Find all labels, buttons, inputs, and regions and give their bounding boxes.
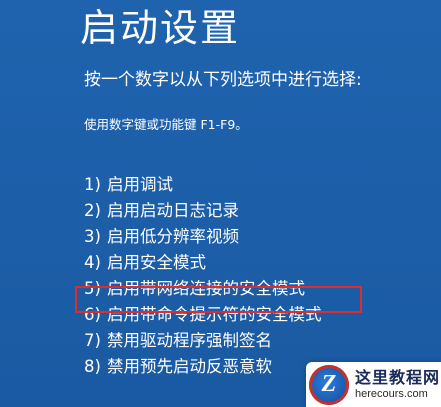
option-safe-mode[interactable]: 4) 启用安全模式 xyxy=(84,250,321,276)
startup-options-list: 1) 启用调试 2) 启用启动日志记录 3) 启用低分辨率视频 4) 启用安全模式 5)… xyxy=(84,172,321,380)
watermark: Z 这里教程网 herecours.com xyxy=(306,362,441,407)
watermark-logo-icon: Z xyxy=(309,364,349,405)
option-disable-early-antimalware[interactable]: 8) 禁用预先启动反恶意软 xyxy=(84,354,321,380)
highlight-box xyxy=(75,286,362,313)
option-number: 1) xyxy=(84,175,101,194)
option-label: 启用安全模式 xyxy=(106,253,206,272)
watermark-text: 这里教程网 herecours.com xyxy=(355,368,440,401)
option-number: 3) xyxy=(84,227,101,246)
option-number: 4) xyxy=(84,253,101,272)
option-disable-driver-signature[interactable]: 7) 禁用驱动程序强制签名 xyxy=(84,328,321,354)
option-low-resolution-video[interactable]: 3) 启用低分辨率视频 xyxy=(84,224,321,250)
option-number: 2) xyxy=(84,201,101,220)
option-debugging[interactable]: 1) 启用调试 xyxy=(84,172,321,198)
option-label: 启用启动日志记录 xyxy=(106,201,239,220)
option-label: 禁用预先启动反恶意软 xyxy=(106,357,272,376)
watermark-name: 这里教程网 xyxy=(355,368,441,387)
hint-text: 使用数字键或功能键 F1-F9。 xyxy=(84,117,248,132)
option-number: 7) xyxy=(84,331,101,350)
watermark-url: herecours.com xyxy=(355,388,428,400)
option-label: 启用调试 xyxy=(106,175,173,194)
option-boot-logging[interactable]: 2) 启用启动日志记录 xyxy=(84,198,321,224)
option-label: 禁用驱动程序强制签名 xyxy=(106,331,272,350)
watermark-logo-letter: Z xyxy=(321,371,337,397)
page-title: 启动设置 xyxy=(80,6,241,50)
instruction-text: 按一个数字以从下列选项中进行选择: xyxy=(84,70,362,90)
option-label: 启用低分辨率视频 xyxy=(106,227,239,246)
option-number: 8) xyxy=(84,357,101,376)
